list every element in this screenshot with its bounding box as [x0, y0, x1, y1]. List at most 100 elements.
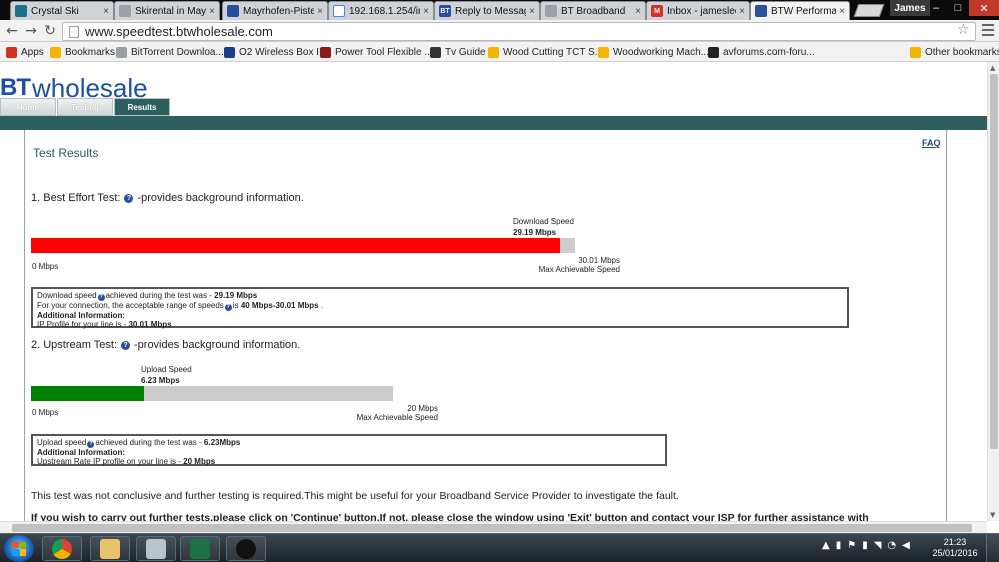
taskbar-clock[interactable]: 21:23 25/01/2016 [932, 537, 978, 559]
close-tab-icon[interactable]: × [209, 6, 215, 17]
nav-tab-results[interactable]: Results [114, 98, 170, 116]
browser-tab-crystal-ski[interactable]: Crystal Ski × [10, 1, 114, 20]
taskbar-file-explorer[interactable] [90, 536, 130, 561]
address-bar[interactable] [62, 22, 976, 41]
close-window-icon[interactable]: ✕ [969, 0, 999, 16]
horizontal-scrollbar-thumb[interactable] [12, 524, 972, 532]
start-button[interactable] [4, 535, 34, 562]
inconclusive-message: This test was not conclusive and further… [31, 490, 679, 502]
forward-icon[interactable]: → [23, 23, 39, 39]
nav-underline-bar [0, 116, 987, 130]
new-tab-button[interactable] [853, 4, 885, 17]
upload-heading-suffix: -provides background information. [134, 339, 301, 351]
tab-title: 192.168.1.254/ind [349, 5, 420, 17]
upload-info-line-1: Upload speed? achieved during the test wa… [37, 438, 661, 448]
clock-time: 21:23 [943, 537, 967, 547]
close-tab-icon[interactable]: × [635, 6, 641, 17]
help-icon[interactable]: ? [124, 193, 134, 203]
maximize-icon[interactable]: □ [947, 0, 969, 16]
minimize-icon[interactable]: – [925, 0, 947, 16]
user-profile-button[interactable]: James [890, 0, 930, 16]
show-desktop-button[interactable] [986, 534, 999, 562]
browser-tab-router[interactable]: 192.168.1.254/ind × [328, 1, 434, 20]
folder-icon [910, 46, 921, 58]
download-speed-bar [31, 238, 575, 253]
browser-tab-btw-performance[interactable]: BTW Performanc × [750, 1, 850, 20]
taskbar-excel[interactable] [180, 536, 220, 561]
close-tab-icon[interactable]: × [103, 6, 109, 17]
download-info-line-3: Additional Information: [37, 311, 125, 320]
info-text: achieved during the test was - [95, 438, 202, 447]
taskbar-chrome[interactable] [42, 536, 82, 561]
help-icon[interactable]: ? [87, 441, 95, 448]
help-icon[interactable]: ? [97, 294, 105, 301]
chrome-menu-icon[interactable] [982, 24, 994, 36]
reload-icon[interactable]: ↻ [42, 23, 58, 39]
network-signal-icon[interactable]: ◥ [874, 540, 882, 551]
logo-bt: BT [0, 74, 31, 101]
page-info-icon[interactable] [69, 25, 79, 38]
bookmark-bittorrent[interactable]: BitTorrent Downloa... [116, 45, 224, 59]
tray-app-icon[interactable]: ▮ [836, 540, 842, 551]
page-viewport: BT wholesale Home Testing Results Test R… [0, 62, 987, 521]
volume-icon[interactable]: ◀ [902, 540, 910, 551]
taskbar-calculator[interactable] [136, 536, 176, 561]
nav-tab-testing[interactable]: Testing [57, 98, 113, 116]
help-icon[interactable]: ? [224, 304, 232, 311]
bookmark-woodworking[interactable]: Woodworking Mach... [598, 45, 709, 59]
bookmark-other[interactable]: Other bookmarks [910, 45, 999, 59]
acceptable-range-value: 40 Mbps-30.01 Mbps [240, 301, 319, 310]
nav-tab-home[interactable]: Home [0, 98, 56, 116]
download-speed-value: 29.19 Mbps [513, 228, 557, 237]
bookmark-apps[interactable]: Apps [6, 45, 44, 59]
action-center-icon[interactable]: ⚑ [847, 540, 856, 551]
bookmark-o2-wireless[interactable]: O2 Wireless Box II [224, 45, 322, 59]
upload-speed-value: 6.23 Mbps [141, 376, 180, 385]
tray-expand-icon[interactable]: ▲ [822, 540, 830, 551]
chrome-favicon-icon [333, 5, 345, 17]
upload-heading: 2. Upstream Test: [31, 339, 117, 351]
scroll-up-icon[interactable]: ▲ [990, 64, 998, 72]
upload-section-heading: 2. Upstream Test: ? -provides background… [31, 339, 300, 351]
help-icon[interactable]: ? [121, 340, 130, 350]
tab-title: BT Broadband [561, 5, 626, 17]
bookmark-tv-guide[interactable]: Tv Guide [430, 45, 486, 59]
bookmark-star-icon[interactable]: ☆ [957, 22, 970, 38]
browser-tab-mayrhofen[interactable]: Mayrhofen-Piste × [222, 1, 328, 20]
bookmark-avforums[interactable]: avforums.com-foru... [708, 45, 815, 59]
bookmark-wood-cutting[interactable]: Wood Cutting TCT S... [488, 45, 603, 59]
faq-link[interactable]: FAQ [922, 138, 941, 148]
upload-speed-label: Upload Speed [141, 365, 192, 374]
browser-tab-bt-broadband[interactable]: BT Broadband × [540, 1, 646, 20]
tray-app-icon[interactable]: ▮ [862, 540, 868, 551]
apps-grid-icon [6, 46, 17, 58]
browser-tab-inbox[interactable]: M Inbox - jameslee × [646, 1, 750, 20]
horizontal-scrollbar[interactable] [0, 521, 987, 533]
taskbar-media-player[interactable] [226, 536, 266, 561]
bookmark-bookmarks[interactable]: Bookmarks [50, 45, 115, 59]
upstream-profile-value: 20 Mbps [183, 457, 216, 466]
folder-icon [50, 46, 61, 58]
browser-tab-reply[interactable]: BT Reply to Message × [434, 1, 540, 20]
page-icon [116, 46, 127, 58]
download-info-line-4: IP Profile for your line is - 30.01 Mbps [37, 320, 843, 329]
bookmark-power-tool[interactable]: Power Tool Flexible ... [320, 45, 433, 59]
bookmark-label: Power Tool Flexible ... [335, 46, 433, 58]
download-axis-min: 0 Mbps [32, 262, 59, 271]
browser-tab-skirental[interactable]: Skirental in Mayr × [114, 1, 220, 20]
close-tab-icon[interactable]: × [423, 6, 429, 17]
close-tab-icon[interactable]: × [529, 6, 535, 17]
close-tab-icon[interactable]: × [317, 6, 323, 17]
scrollbar-thumb[interactable] [990, 74, 998, 449]
url-input[interactable] [85, 24, 975, 39]
tray-security-icon[interactable]: ◔ [887, 540, 896, 551]
scroll-down-icon[interactable]: ▼ [990, 511, 998, 519]
download-heading-suffix: -provides background information. [137, 192, 304, 204]
close-tab-icon[interactable]: × [739, 6, 745, 17]
vertical-scrollbar[interactable]: ▲ ▼ [987, 62, 999, 521]
back-icon[interactable]: ← [4, 23, 20, 39]
upload-info-line-2: Additional Information: [37, 448, 125, 457]
page-icon [430, 46, 441, 58]
upload-info-box: Upload speed? achieved during the test wa… [31, 434, 667, 466]
close-tab-icon[interactable]: × [839, 6, 845, 17]
